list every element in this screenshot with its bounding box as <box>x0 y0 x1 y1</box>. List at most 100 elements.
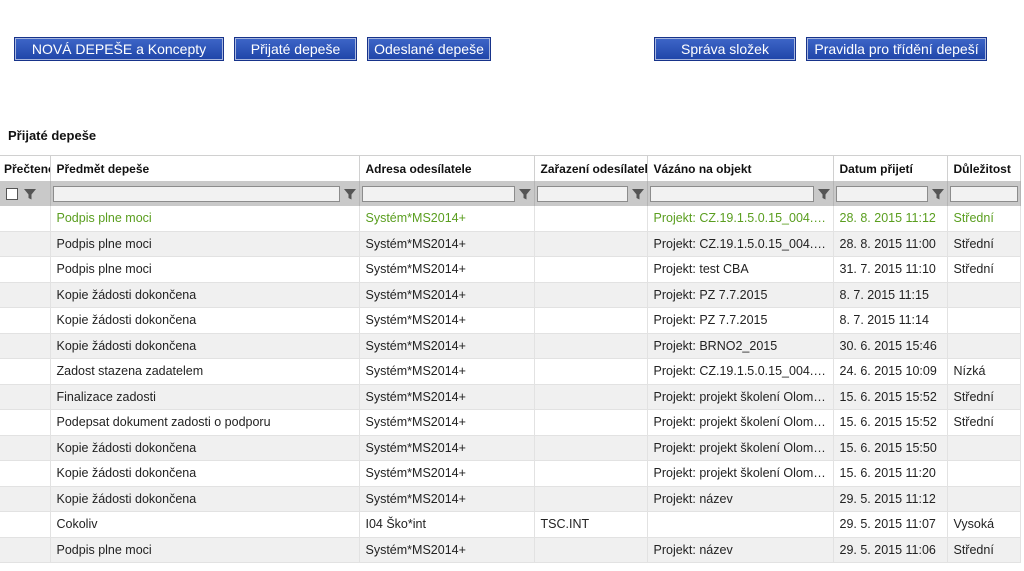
read-cell <box>0 231 51 257</box>
subject-cell: Kopie žádosti dokončena <box>50 333 360 359</box>
linked-object-cell: Projekt: projekt školení Olomo... <box>647 435 834 461</box>
sender-cell: Systém*MS2014+ <box>359 384 535 410</box>
subject-cell: Kopie žádosti dokončena <box>50 282 360 308</box>
table-row[interactable]: Finalizace zadosti Systém*MS2014+ Projekt:… <box>0 384 1021 410</box>
table-row[interactable]: Kopie žádosti dokončena Systém*MS2014+ Pro… <box>0 333 1021 359</box>
date-cell: 8. 7. 2015 11:15 <box>833 282 948 308</box>
priority-filter-input[interactable] <box>949 186 1018 202</box>
linked-object-cell: Projekt: CZ.19.1.5.0.15_004.00... <box>647 231 834 257</box>
priority-cell: Střední <box>947 537 1021 563</box>
table-row[interactable]: Podpis plne moci Systém*MS2014+ Projekt: t… <box>0 256 1021 283</box>
priority-cell <box>947 486 1021 512</box>
table-row[interactable]: Podepsat dokument zadosti o podporu Systé… <box>0 409 1021 436</box>
read-cell <box>0 384 51 410</box>
sender-cell: Systém*MS2014+ <box>359 486 535 512</box>
linked-object-cell: Projekt: název <box>647 486 834 512</box>
table-row[interactable]: Kopie žádosti dokončena Systém*MS2014+ Pro… <box>0 282 1021 308</box>
section-title: Přijaté depeše <box>8 128 97 143</box>
table-row[interactable]: Kopie žádosti dokončena Systém*MS2014+ Pro… <box>0 307 1021 334</box>
date-cell: 29. 5. 2015 11:06 <box>833 537 948 563</box>
table-row[interactable]: Kopie žádosti dokončena Systém*MS2014+ Pro… <box>0 460 1021 487</box>
sender-category-filter-input[interactable] <box>536 186 628 202</box>
column-header-read[interactable]: Přečteno <box>0 155 51 181</box>
date-cell: 29. 5. 2015 11:07 <box>833 511 948 538</box>
sender-category-cell <box>534 282 648 308</box>
sender-cell: Systém*MS2014+ <box>359 435 535 461</box>
sender-cell: Systém*MS2014+ <box>359 358 535 385</box>
column-header-priority[interactable]: Důležitost <box>947 155 1021 181</box>
sender-cell: Systém*MS2014+ <box>359 307 535 334</box>
date-cell: 29. 5. 2015 11:12 <box>833 486 948 512</box>
priority-cell: Vysoká <box>947 511 1021 538</box>
sender-cell: Systém*MS2014+ <box>359 282 535 308</box>
table-row[interactable]: Kopie žádosti dokončena Systém*MS2014+ Pro… <box>0 486 1021 512</box>
table-row[interactable]: Podpis plne moci Systém*MS2014+ Projekt: C… <box>0 231 1021 257</box>
subject-filter-input[interactable] <box>52 186 340 202</box>
linked-object-cell: Projekt: CZ.19.1.5.0.15_004.00... <box>647 206 834 232</box>
filter-funnel-icon[interactable] <box>631 187 645 201</box>
sent-messages-button[interactable]: Odeslané depeše <box>367 37 491 61</box>
new-message-button[interactable]: NOVÁ DEPEŠE a Koncepty <box>14 37 224 61</box>
linked-object-cell: Projekt: BRNO2_2015 <box>647 333 834 359</box>
sender-filter-input[interactable] <box>361 186 515 202</box>
sender-category-cell <box>534 460 648 487</box>
table-row[interactable]: Cokoliv I04 Ško*int TSC.INT 29. 5. 2015 11:… <box>0 511 1021 538</box>
priority-cell: Střední <box>947 231 1021 257</box>
linked-object-cell: Projekt: test CBA <box>647 256 834 283</box>
table-row[interactable]: Kopie žádosti dokončena Systém*MS2014+ Pro… <box>0 435 1021 461</box>
table-row[interactable]: Podpis plne moci Systém*MS2014+ Projekt: n… <box>0 537 1021 563</box>
sender-category-cell <box>534 358 648 385</box>
sender-cell: Systém*MS2014+ <box>359 460 535 487</box>
linked-object-cell: Projekt: projekt školení Olomo... <box>647 409 834 436</box>
column-header-sender-category[interactable]: Zařazení odesílatele <box>534 155 648 181</box>
date-cell: 15. 6. 2015 11:20 <box>833 460 948 487</box>
filter-funnel-icon[interactable] <box>931 187 945 201</box>
date-cell: 15. 6. 2015 15:52 <box>833 409 948 436</box>
column-header-sender[interactable]: Adresa odesílatele <box>359 155 535 181</box>
linked-object-cell: Projekt: název <box>647 537 834 563</box>
filter-funnel-icon[interactable] <box>343 187 357 201</box>
column-header-linked-object[interactable]: Vázáno na objekt <box>647 155 834 181</box>
column-header-date[interactable]: Datum přijetí <box>833 155 948 181</box>
read-cell <box>0 460 51 487</box>
priority-cell <box>947 435 1021 461</box>
sender-category-cell <box>534 486 648 512</box>
subject-cell: Kopie žádosti dokončena <box>50 460 360 487</box>
sender-category-cell <box>534 384 648 410</box>
subject-cell: Podpis plne moci <box>50 256 360 283</box>
sender-cell: I04 Ško*int <box>359 511 535 538</box>
read-cell <box>0 333 51 359</box>
column-header-subject[interactable]: Předmět depeše <box>50 155 360 181</box>
priority-cell <box>947 282 1021 308</box>
subject-cell: Podpis plne moci <box>50 231 360 257</box>
priority-cell: Nízká <box>947 358 1021 385</box>
linked-object-cell: Projekt: PZ 7.7.2015 <box>647 282 834 308</box>
table-row[interactable]: Zadost stazena zadatelem Systém*MS2014+ Pr… <box>0 358 1021 385</box>
date-filter-input[interactable] <box>835 186 928 202</box>
subject-cell: Kopie žádosti dokončena <box>50 307 360 334</box>
subject-cell: Cokoliv <box>50 511 360 538</box>
read-cell <box>0 256 51 283</box>
read-cell <box>0 358 51 385</box>
sender-category-cell <box>534 537 648 563</box>
date-cell: 15. 6. 2015 15:50 <box>833 435 948 461</box>
subject-cell: Podpis plne moci <box>50 537 360 563</box>
read-cell <box>0 307 51 334</box>
table-row[interactable]: Podpis plne moci Systém*MS2014+ Projekt: C… <box>0 206 1021 232</box>
filter-funnel-icon[interactable] <box>518 187 532 201</box>
folder-management-button[interactable]: Správa složek <box>654 37 796 61</box>
read-cell <box>0 435 51 461</box>
filter-funnel-icon[interactable] <box>23 187 37 201</box>
priority-cell: Střední <box>947 206 1021 232</box>
subject-cell: Zadost stazena zadatelem <box>50 358 360 385</box>
sender-category-cell <box>534 409 648 436</box>
filter-funnel-icon[interactable] <box>817 187 831 201</box>
received-messages-button[interactable]: Přijaté depeše <box>234 37 357 61</box>
sorting-rules-button[interactable]: Pravidla pro třídění depeší <box>806 37 987 61</box>
read-filter-checkbox[interactable] <box>6 187 18 200</box>
sender-category-cell: TSC.INT <box>534 511 648 538</box>
priority-cell: Střední <box>947 409 1021 436</box>
linked-object-filter-input[interactable] <box>649 186 814 202</box>
date-cell: 28. 8. 2015 11:00 <box>833 231 948 257</box>
priority-cell <box>947 333 1021 359</box>
